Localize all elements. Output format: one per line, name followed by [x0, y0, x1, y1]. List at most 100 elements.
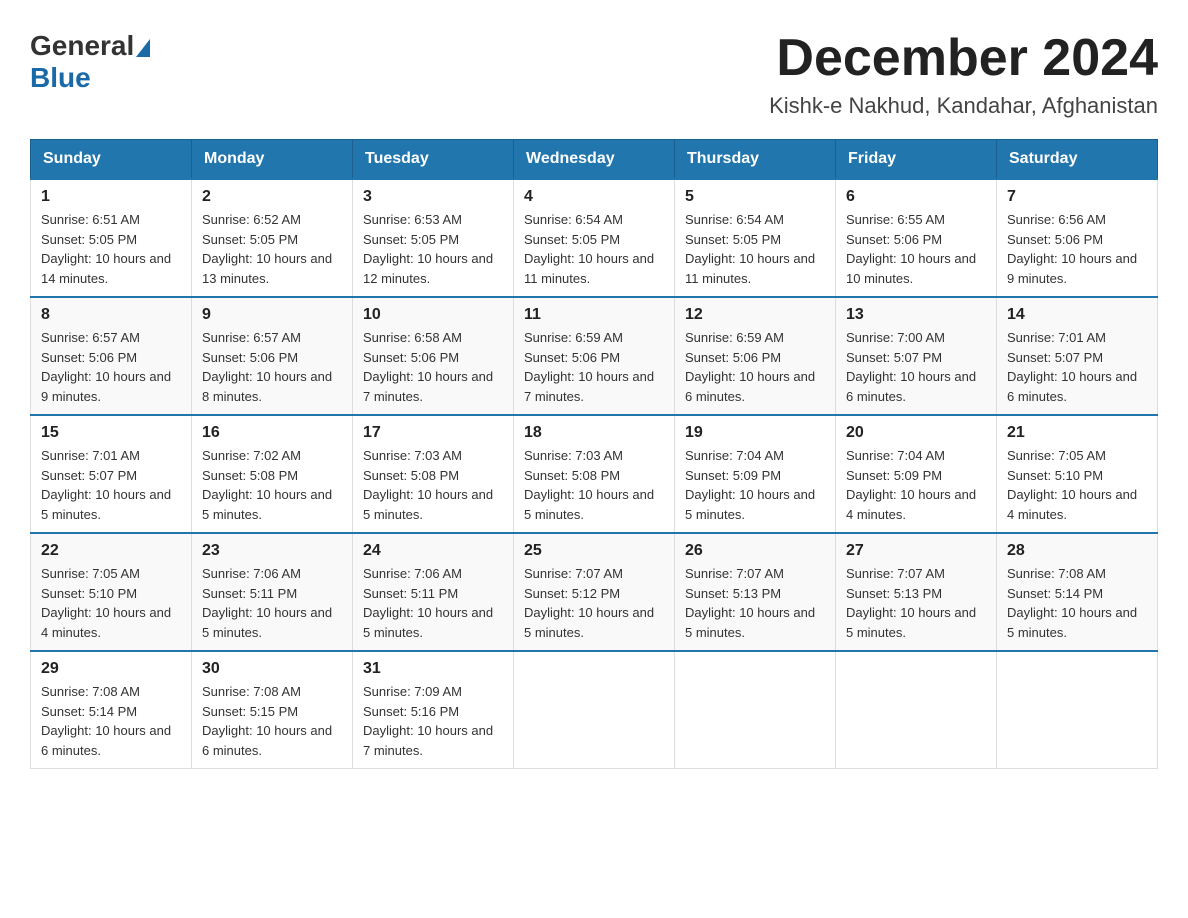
day-info: Sunrise: 6:56 AMSunset: 5:06 PMDaylight:…	[1007, 212, 1137, 286]
calendar-cell: 30 Sunrise: 7:08 AMSunset: 5:15 PMDaylig…	[192, 651, 353, 769]
day-info: Sunrise: 6:51 AMSunset: 5:05 PMDaylight:…	[41, 212, 171, 286]
day-info: Sunrise: 7:09 AMSunset: 5:16 PMDaylight:…	[363, 684, 493, 758]
day-number: 10	[363, 306, 503, 324]
calendar-cell: 22 Sunrise: 7:05 AMSunset: 5:10 PMDaylig…	[31, 533, 192, 651]
day-number: 14	[1007, 306, 1147, 324]
day-info: Sunrise: 6:57 AMSunset: 5:06 PMDaylight:…	[202, 330, 332, 404]
day-number: 24	[363, 542, 503, 560]
day-info: Sunrise: 7:07 AMSunset: 5:13 PMDaylight:…	[685, 566, 815, 640]
day-number: 7	[1007, 188, 1147, 206]
page-header: General Blue December 2024 Kishk-e Nakhu…	[30, 30, 1158, 119]
calendar-cell: 5 Sunrise: 6:54 AMSunset: 5:05 PMDayligh…	[675, 179, 836, 297]
day-number: 13	[846, 306, 986, 324]
day-info: Sunrise: 7:03 AMSunset: 5:08 PMDaylight:…	[363, 448, 493, 522]
day-number: 23	[202, 542, 342, 560]
logo-triangle-icon	[136, 39, 150, 57]
day-info: Sunrise: 7:05 AMSunset: 5:10 PMDaylight:…	[1007, 448, 1137, 522]
week-row-5: 29 Sunrise: 7:08 AMSunset: 5:14 PMDaylig…	[31, 651, 1158, 769]
day-number: 1	[41, 188, 181, 206]
weekday-header-tuesday: Tuesday	[353, 140, 514, 180]
day-number: 20	[846, 424, 986, 442]
day-number: 4	[524, 188, 664, 206]
day-number: 9	[202, 306, 342, 324]
day-info: Sunrise: 6:52 AMSunset: 5:05 PMDaylight:…	[202, 212, 332, 286]
day-info: Sunrise: 6:55 AMSunset: 5:06 PMDaylight:…	[846, 212, 976, 286]
day-number: 17	[363, 424, 503, 442]
logo: General Blue	[30, 30, 152, 94]
day-number: 27	[846, 542, 986, 560]
day-info: Sunrise: 7:08 AMSunset: 5:14 PMDaylight:…	[1007, 566, 1137, 640]
day-number: 2	[202, 188, 342, 206]
calendar-cell	[514, 651, 675, 769]
day-info: Sunrise: 6:57 AMSunset: 5:06 PMDaylight:…	[41, 330, 171, 404]
calendar-cell: 10 Sunrise: 6:58 AMSunset: 5:06 PMDaylig…	[353, 297, 514, 415]
weekday-header-thursday: Thursday	[675, 140, 836, 180]
calendar-cell: 3 Sunrise: 6:53 AMSunset: 5:05 PMDayligh…	[353, 179, 514, 297]
weekday-header-saturday: Saturday	[997, 140, 1158, 180]
day-number: 12	[685, 306, 825, 324]
calendar-cell: 25 Sunrise: 7:07 AMSunset: 5:12 PMDaylig…	[514, 533, 675, 651]
weekday-header-wednesday: Wednesday	[514, 140, 675, 180]
day-number: 19	[685, 424, 825, 442]
location-subtitle: Kishk-e Nakhud, Kandahar, Afghanistan	[769, 93, 1158, 119]
calendar-cell: 11 Sunrise: 6:59 AMSunset: 5:06 PMDaylig…	[514, 297, 675, 415]
day-info: Sunrise: 7:02 AMSunset: 5:08 PMDaylight:…	[202, 448, 332, 522]
week-row-3: 15 Sunrise: 7:01 AMSunset: 5:07 PMDaylig…	[31, 415, 1158, 533]
day-number: 30	[202, 660, 342, 678]
day-number: 15	[41, 424, 181, 442]
day-info: Sunrise: 6:59 AMSunset: 5:06 PMDaylight:…	[685, 330, 815, 404]
calendar-cell: 28 Sunrise: 7:08 AMSunset: 5:14 PMDaylig…	[997, 533, 1158, 651]
logo-text: General	[30, 30, 152, 62]
calendar-cell: 8 Sunrise: 6:57 AMSunset: 5:06 PMDayligh…	[31, 297, 192, 415]
calendar-cell: 23 Sunrise: 7:06 AMSunset: 5:11 PMDaylig…	[192, 533, 353, 651]
calendar-cell: 20 Sunrise: 7:04 AMSunset: 5:09 PMDaylig…	[836, 415, 997, 533]
day-info: Sunrise: 6:54 AMSunset: 5:05 PMDaylight:…	[524, 212, 654, 286]
calendar-cell: 4 Sunrise: 6:54 AMSunset: 5:05 PMDayligh…	[514, 179, 675, 297]
day-number: 18	[524, 424, 664, 442]
day-info: Sunrise: 7:01 AMSunset: 5:07 PMDaylight:…	[41, 448, 171, 522]
calendar-cell: 17 Sunrise: 7:03 AMSunset: 5:08 PMDaylig…	[353, 415, 514, 533]
day-number: 29	[41, 660, 181, 678]
logo-blue-word: Blue	[30, 62, 91, 93]
day-info: Sunrise: 7:08 AMSunset: 5:15 PMDaylight:…	[202, 684, 332, 758]
calendar-cell: 16 Sunrise: 7:02 AMSunset: 5:08 PMDaylig…	[192, 415, 353, 533]
calendar-cell: 18 Sunrise: 7:03 AMSunset: 5:08 PMDaylig…	[514, 415, 675, 533]
calendar-cell	[997, 651, 1158, 769]
day-info: Sunrise: 7:03 AMSunset: 5:08 PMDaylight:…	[524, 448, 654, 522]
day-info: Sunrise: 7:07 AMSunset: 5:12 PMDaylight:…	[524, 566, 654, 640]
calendar-cell: 6 Sunrise: 6:55 AMSunset: 5:06 PMDayligh…	[836, 179, 997, 297]
week-row-4: 22 Sunrise: 7:05 AMSunset: 5:10 PMDaylig…	[31, 533, 1158, 651]
day-info: Sunrise: 7:01 AMSunset: 5:07 PMDaylight:…	[1007, 330, 1137, 404]
weekday-header-monday: Monday	[192, 140, 353, 180]
calendar-cell: 29 Sunrise: 7:08 AMSunset: 5:14 PMDaylig…	[31, 651, 192, 769]
day-number: 11	[524, 306, 664, 324]
day-number: 8	[41, 306, 181, 324]
week-row-2: 8 Sunrise: 6:57 AMSunset: 5:06 PMDayligh…	[31, 297, 1158, 415]
calendar-cell: 13 Sunrise: 7:00 AMSunset: 5:07 PMDaylig…	[836, 297, 997, 415]
day-number: 6	[846, 188, 986, 206]
calendar-cell: 26 Sunrise: 7:07 AMSunset: 5:13 PMDaylig…	[675, 533, 836, 651]
weekday-header-row: SundayMondayTuesdayWednesdayThursdayFrid…	[31, 140, 1158, 180]
day-number: 28	[1007, 542, 1147, 560]
day-number: 26	[685, 542, 825, 560]
day-info: Sunrise: 7:07 AMSunset: 5:13 PMDaylight:…	[846, 566, 976, 640]
calendar-cell: 24 Sunrise: 7:06 AMSunset: 5:11 PMDaylig…	[353, 533, 514, 651]
day-info: Sunrise: 6:54 AMSunset: 5:05 PMDaylight:…	[685, 212, 815, 286]
calendar-cell: 9 Sunrise: 6:57 AMSunset: 5:06 PMDayligh…	[192, 297, 353, 415]
weekday-header-friday: Friday	[836, 140, 997, 180]
day-number: 31	[363, 660, 503, 678]
calendar-cell: 14 Sunrise: 7:01 AMSunset: 5:07 PMDaylig…	[997, 297, 1158, 415]
day-info: Sunrise: 7:06 AMSunset: 5:11 PMDaylight:…	[202, 566, 332, 640]
day-info: Sunrise: 7:08 AMSunset: 5:14 PMDaylight:…	[41, 684, 171, 758]
day-info: Sunrise: 6:53 AMSunset: 5:05 PMDaylight:…	[363, 212, 493, 286]
calendar-cell	[675, 651, 836, 769]
weekday-header-sunday: Sunday	[31, 140, 192, 180]
calendar-cell: 7 Sunrise: 6:56 AMSunset: 5:06 PMDayligh…	[997, 179, 1158, 297]
day-info: Sunrise: 7:04 AMSunset: 5:09 PMDaylight:…	[846, 448, 976, 522]
day-number: 16	[202, 424, 342, 442]
day-info: Sunrise: 7:04 AMSunset: 5:09 PMDaylight:…	[685, 448, 815, 522]
day-info: Sunrise: 7:00 AMSunset: 5:07 PMDaylight:…	[846, 330, 976, 404]
day-info: Sunrise: 7:06 AMSunset: 5:11 PMDaylight:…	[363, 566, 493, 640]
calendar-cell	[836, 651, 997, 769]
calendar-cell: 27 Sunrise: 7:07 AMSunset: 5:13 PMDaylig…	[836, 533, 997, 651]
